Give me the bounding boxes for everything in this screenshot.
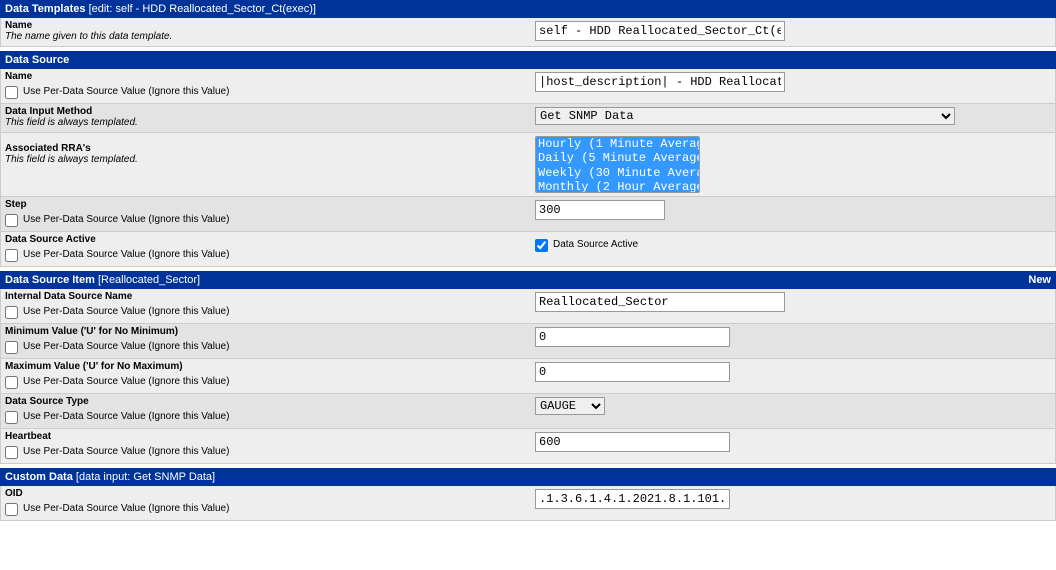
rra-label: Associated RRA's (5, 143, 527, 154)
ignore-label: Use Per-Data Source Value (Ignore this V… (21, 341, 229, 352)
oid-label: OID (5, 488, 527, 499)
ignore-label: Use Per-Data Source Value (Ignore this V… (21, 446, 229, 457)
name-hint: The name given to this data template. (5, 31, 172, 42)
section-header-data-source-item: New Data Source Item [Reallocated_Sector… (0, 271, 1056, 289)
active-label: Data Source Active (5, 234, 527, 245)
max-value-input[interactable] (535, 362, 730, 382)
dst-ignore-checkbox[interactable] (5, 411, 18, 424)
ds-name-input[interactable] (535, 72, 785, 92)
active-cb-label: Data Source Active (551, 239, 638, 250)
section-header-data-source: Data Source (0, 51, 1056, 69)
associated-rra-select[interactable]: Hourly (1 Minute Average) Daily (5 Minut… (535, 136, 700, 193)
hb-label: Heartbeat (5, 431, 527, 442)
data-input-method-select[interactable]: Get SNMP Data (535, 107, 955, 125)
min-ignore-checkbox[interactable] (5, 341, 18, 354)
min-label: Minimum Value ('U' for No Minimum) (5, 326, 527, 337)
internal-ds-name-input[interactable] (535, 292, 785, 312)
ignore-label: Use Per-Data Source Value (Ignore this V… (21, 306, 229, 317)
ds-name-label: Name (5, 71, 527, 82)
max-label: Maximum Value ('U' for No Maximum) (5, 361, 527, 372)
active-ignore-checkbox[interactable] (5, 249, 18, 262)
dst-label: Data Source Type (5, 396, 527, 407)
oid-input[interactable] (535, 489, 730, 509)
idsn-label: Internal Data Source Name (5, 291, 527, 302)
section-header-custom-data: Custom Data [data input: Get SNMP Data] (0, 468, 1056, 486)
step-label: Step (5, 199, 527, 210)
new-link[interactable]: New (1028, 274, 1051, 286)
section-title: Data Templates (5, 3, 86, 15)
data-source-active-checkbox[interactable] (535, 239, 548, 252)
template-name-input[interactable] (535, 21, 785, 41)
section-subtitle: [data input: Get SNMP Data] (76, 471, 215, 483)
ignore-label: Use Per-Data Source Value (Ignore this V… (21, 86, 229, 97)
dim-label: Data Input Method (5, 106, 527, 117)
name-label: Name (5, 20, 527, 31)
idsn-ignore-checkbox[interactable] (5, 306, 18, 319)
step-input[interactable] (535, 200, 665, 220)
ignore-label: Use Per-Data Source Value (Ignore this V… (21, 411, 229, 422)
heartbeat-input[interactable] (535, 432, 730, 452)
section-title: Data Source Item (5, 274, 95, 286)
ds-name-ignore-checkbox[interactable] (5, 86, 18, 99)
ignore-label: Use Per-Data Source Value (Ignore this V… (21, 503, 229, 514)
rra-hint: This field is always templated. (5, 154, 138, 165)
dim-hint: This field is always templated. (5, 117, 138, 128)
ignore-label: Use Per-Data Source Value (Ignore this V… (21, 214, 229, 225)
hb-ignore-checkbox[interactable] (5, 446, 18, 459)
max-ignore-checkbox[interactable] (5, 376, 18, 389)
step-ignore-checkbox[interactable] (5, 214, 18, 227)
ignore-label: Use Per-Data Source Value (Ignore this V… (21, 249, 229, 260)
section-title: Data Source (5, 54, 69, 66)
ignore-label: Use Per-Data Source Value (Ignore this V… (21, 376, 229, 387)
min-value-input[interactable] (535, 327, 730, 347)
section-title: Custom Data (5, 471, 73, 483)
section-subtitle: [edit: self - HDD Reallocated_Sector_Ct(… (89, 3, 316, 15)
data-source-type-select[interactable]: GAUGE (535, 397, 605, 415)
section-header-data-templates: Data Templates [edit: self - HDD Realloc… (0, 0, 1056, 18)
oid-ignore-checkbox[interactable] (5, 503, 18, 516)
section-subtitle: [Reallocated_Sector] (98, 274, 200, 286)
